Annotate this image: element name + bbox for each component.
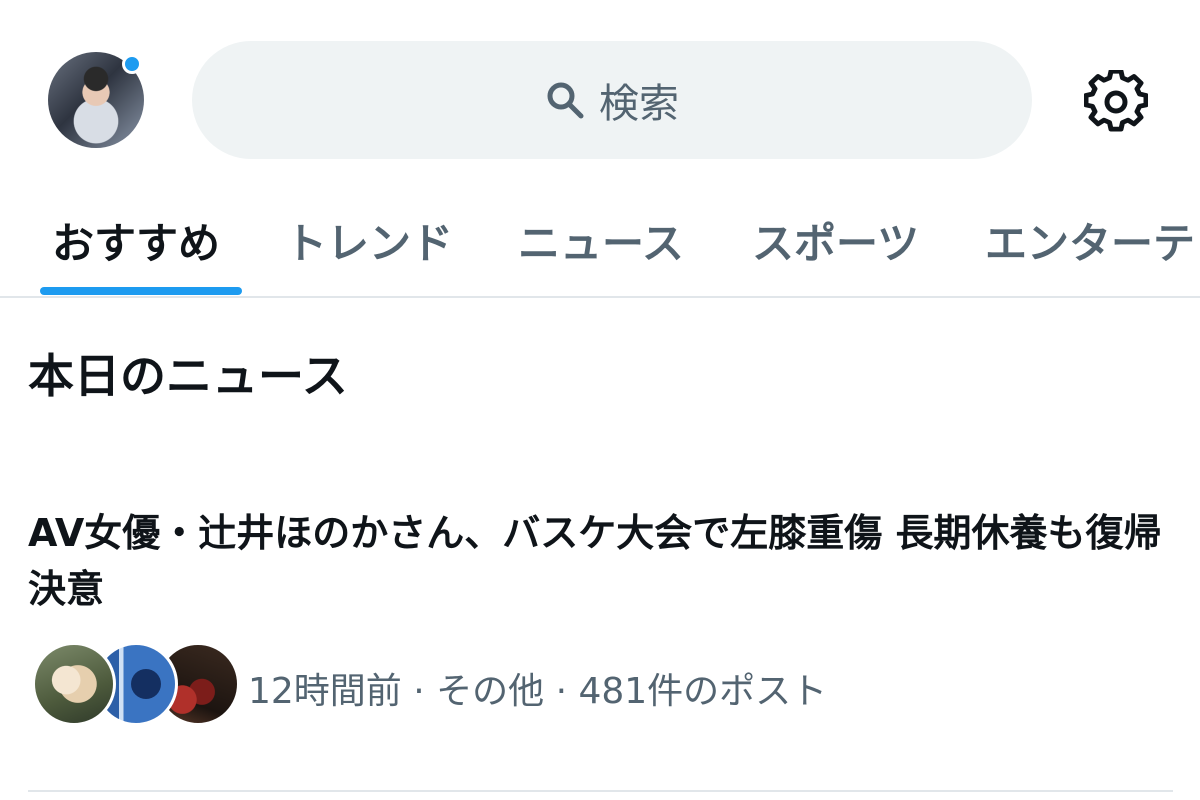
tab-for-you[interactable]: おすすめ xyxy=(52,210,220,271)
settings-gear-button[interactable] xyxy=(1083,68,1149,134)
explore-header: 検索 xyxy=(0,0,1200,190)
gear-icon xyxy=(1083,68,1149,132)
search-icon xyxy=(545,80,585,120)
news-facepile xyxy=(32,642,240,726)
explore-screen: 検索 おすすめ トレンド ニュース スポーツ エンターテ 本日のニュース AV女… xyxy=(0,0,1200,800)
active-tab-indicator xyxy=(40,287,242,295)
notification-dot xyxy=(122,54,142,74)
tab-entertainment[interactable]: エンターテ xyxy=(985,210,1195,271)
tab-news[interactable]: ニュース xyxy=(518,210,684,271)
search-bar[interactable]: 検索 xyxy=(192,41,1032,159)
news-headline[interactable]: AV女優・辻井ほのかさん、バスケ大会で左膝重傷 長期休養も復帰決意 xyxy=(28,505,1168,617)
search-placeholder: 検索 xyxy=(599,81,679,127)
section-title: 本日のニュース xyxy=(28,349,348,403)
explore-tabs: おすすめ トレンド ニュース スポーツ エンターテ xyxy=(0,190,1200,298)
tab-trending[interactable]: トレンド xyxy=(285,210,453,271)
divider xyxy=(28,790,1173,792)
avatar xyxy=(32,642,116,726)
tab-sports[interactable]: スポーツ xyxy=(752,210,919,271)
news-meta: 12時間前 · その他 · 481件のポスト xyxy=(248,671,828,712)
profile-avatar-button[interactable] xyxy=(48,52,144,148)
